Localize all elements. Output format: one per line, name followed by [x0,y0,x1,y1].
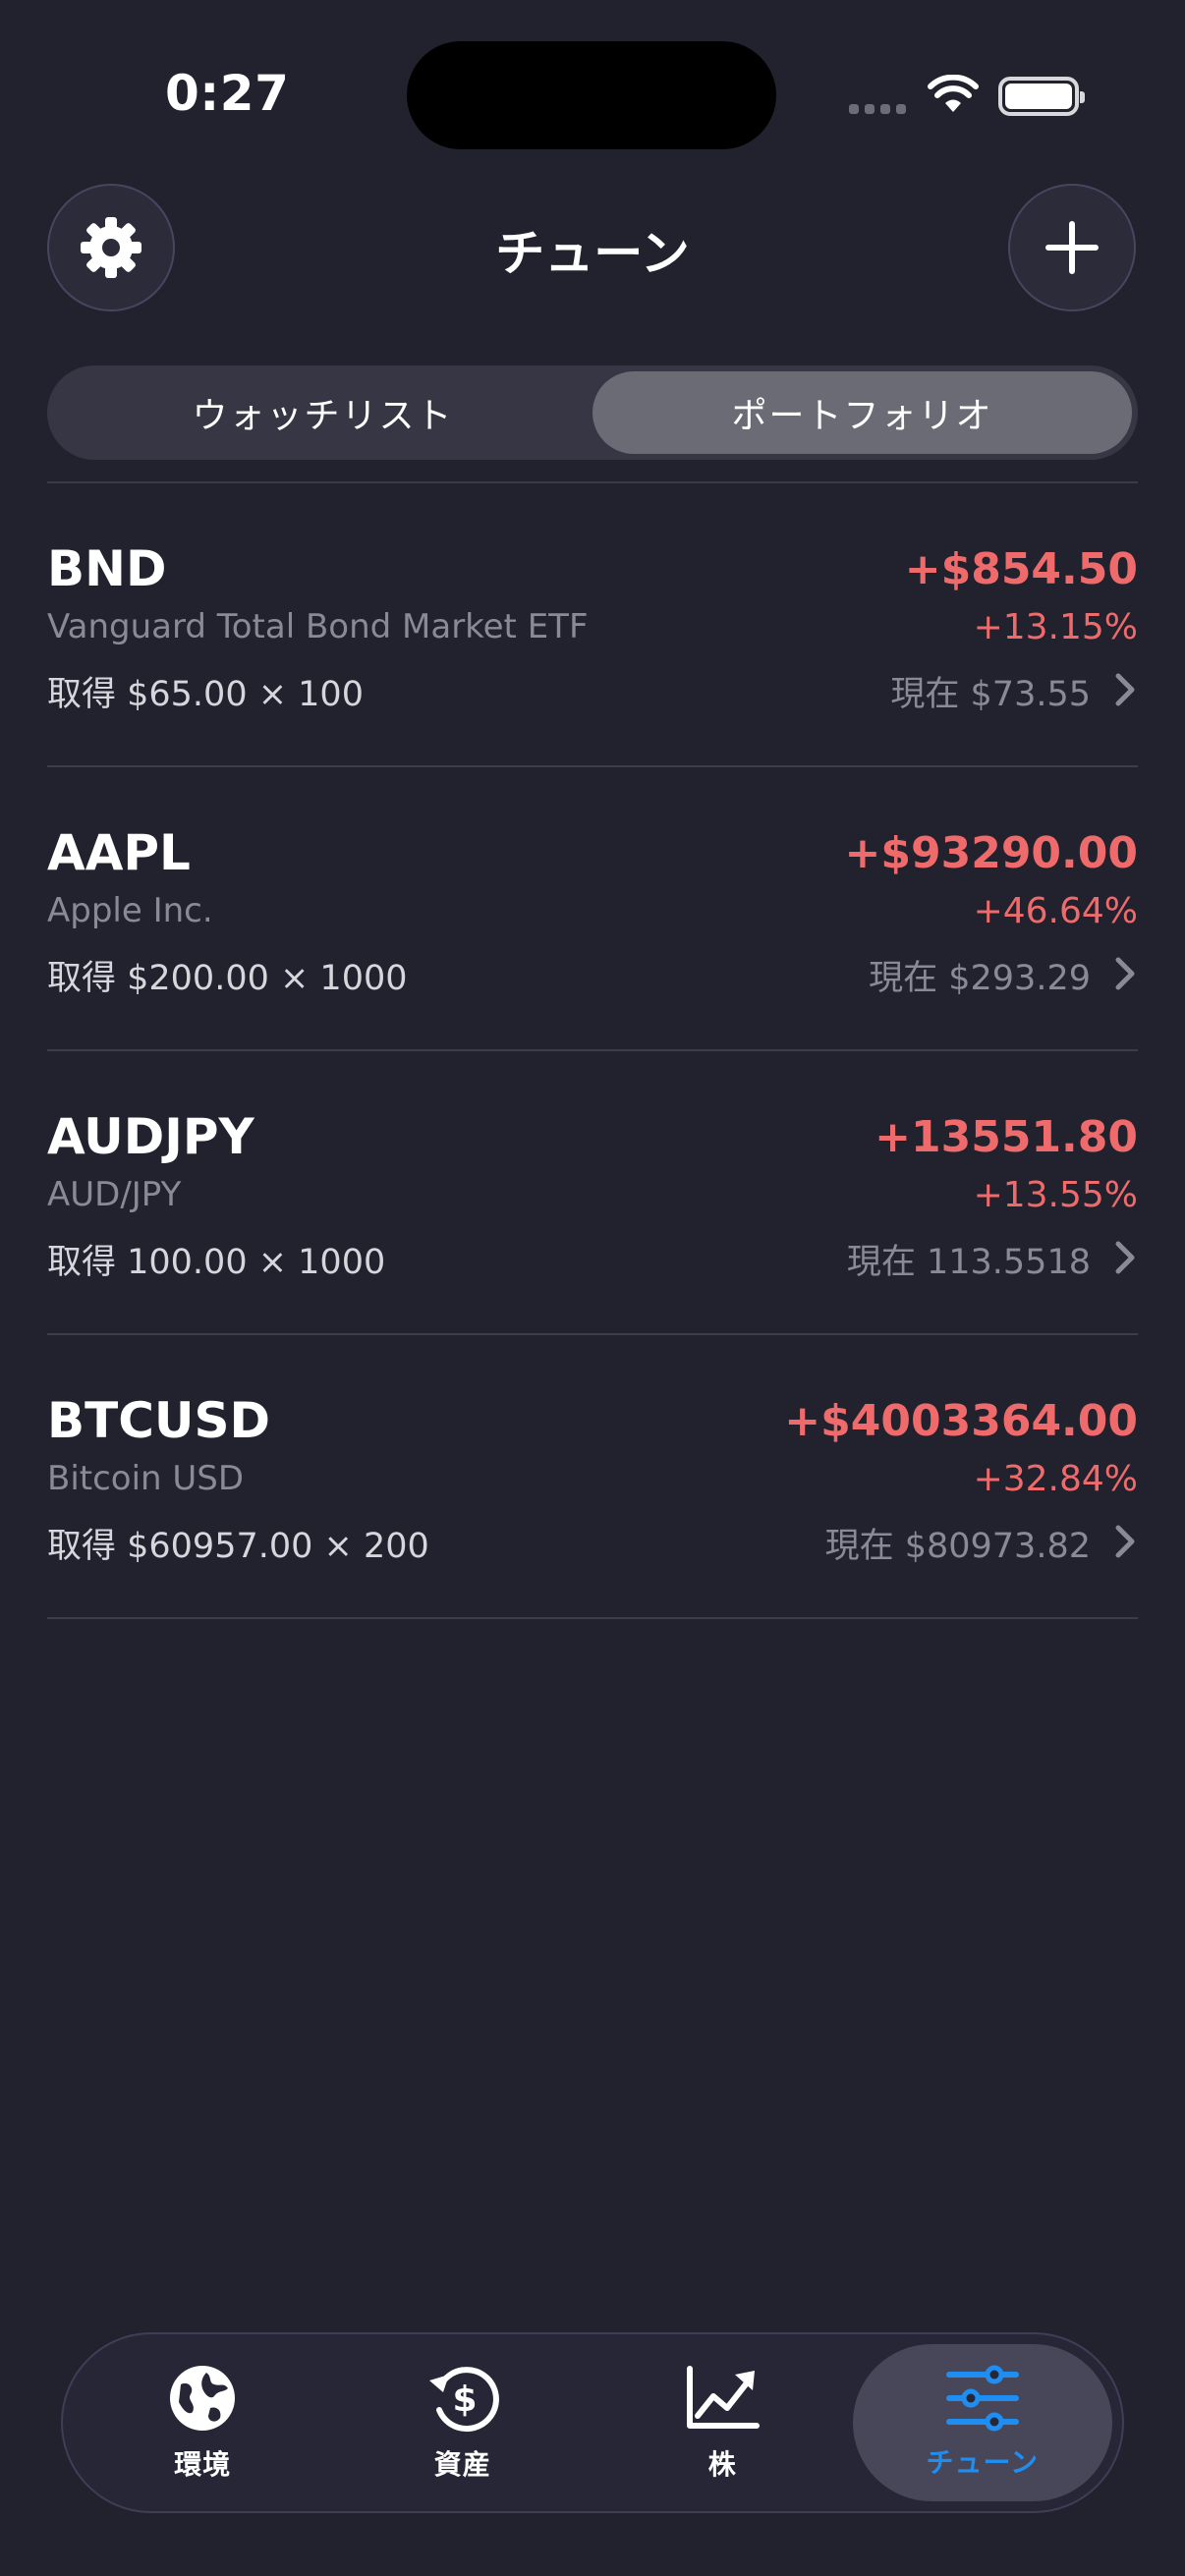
holding-row-aapl[interactable]: AAPL Apple Inc. 取得 $200.00 × 1000 +$9329… [47,767,1138,1051]
tab-label: 環境 [174,2448,232,2481]
holding-symbol: AAPL [47,824,191,881]
holding-symbol: AUDJPY [47,1108,254,1165]
chevron-right-icon [1115,673,1135,706]
battery-icon [998,77,1085,116]
tab-label: 資産 [433,2448,491,2481]
holding-symbol: BTCUSD [47,1392,271,1449]
holding-pnl-percent: +32.84% [973,1459,1138,1499]
holding-pnl-percent: +13.15% [973,607,1138,647]
wifi-icon [928,75,979,112]
holding-pnl: +13551.80 [875,1112,1138,1162]
holding-acquisition: 取得 $60957.00 × 200 [47,1527,429,1566]
holding-acquisition: 取得 100.00 × 1000 [47,1243,386,1282]
add-button[interactable] [1008,184,1136,311]
svg-text:$: $ [452,2380,477,2420]
holding-pnl-percent: +46.64% [973,891,1138,931]
sliders-icon [945,2365,1019,2432]
chevron-right-icon [1115,1241,1135,1274]
holding-name: Bitcoin USD [47,1459,245,1498]
globe-icon [170,2366,236,2431]
chevron-right-icon [1115,1525,1135,1558]
dynamic-island [407,41,776,149]
holding-name: Vanguard Total Bond Market ETF [47,607,589,646]
tab-tune[interactable]: チューン [852,2344,1112,2501]
holding-row-audjpy[interactable]: AUDJPY AUD/JPY 取得 100.00 × 1000 +13551.8… [47,1051,1138,1335]
status-bar: 0:27 [0,0,1185,149]
holding-acquisition: 取得 $65.00 × 100 [47,675,364,714]
segmented-control: ウォッチリスト ポートフォリオ [47,365,1138,460]
tab-stocks[interactable]: 株 [592,2344,853,2501]
holding-acquisition: 取得 $200.00 × 1000 [47,959,408,998]
tab-label: チューン [926,2446,1040,2479]
holding-name: Apple Inc. [47,891,213,930]
holding-current-price: 現在 $80973.82 [824,1527,1091,1566]
tab-bar: 環境 $ 資産 株 チューン [61,2332,1124,2513]
holding-pnl: +$93290.00 [844,828,1138,878]
segment-portfolio[interactable]: ポートフォリオ [592,371,1132,454]
tab-assets[interactable]: $ 資産 [333,2344,593,2501]
holding-current-price: 現在 $293.29 [869,959,1091,998]
plus-icon [1045,221,1099,274]
holding-pnl: +$854.50 [904,544,1138,594]
tab-environment[interactable]: 環境 [73,2344,333,2501]
status-time: 0:27 [165,65,290,122]
chevron-right-icon [1115,957,1135,990]
holding-row-bnd[interactable]: BND Vanguard Total Bond Market ETF 取得 $6… [47,483,1138,767]
holding-pnl: +$4003364.00 [784,1396,1138,1446]
holding-name: AUD/JPY [47,1175,182,1214]
holding-symbol: BND [47,540,167,597]
segment-watchlist[interactable]: ウォッチリスト [53,371,592,454]
chart-line-icon [687,2366,761,2429]
tab-label: 株 [707,2448,737,2481]
holding-current-price: 現在 $73.55 [890,675,1091,714]
dollar-cycle-icon: $ [428,2367,499,2433]
holding-current-price: 現在 113.5518 [846,1243,1091,1282]
holding-row-btcusd[interactable]: BTCUSD Bitcoin USD 取得 $60957.00 × 200 +$… [47,1335,1138,1619]
holding-pnl-percent: +13.55% [973,1175,1138,1215]
holdings-list: BND Vanguard Total Bond Market ETF 取得 $6… [47,483,1138,1619]
